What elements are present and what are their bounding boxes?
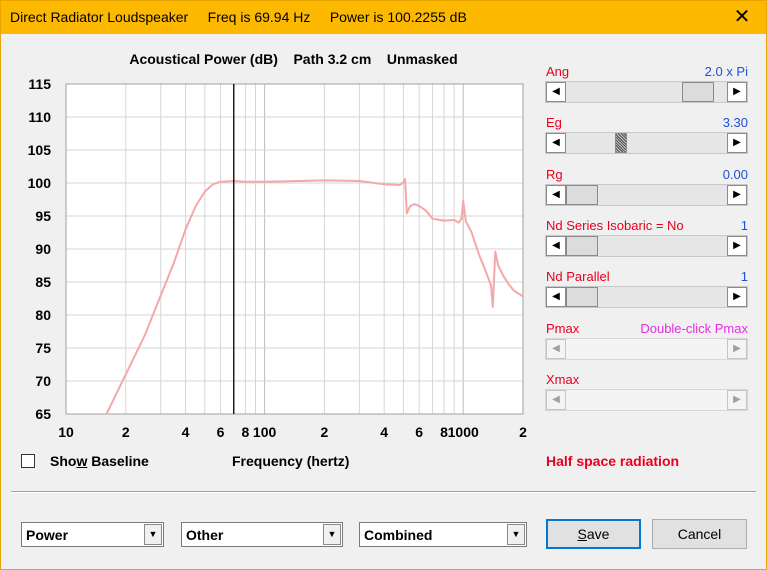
y-tick-label: 90: [35, 241, 51, 257]
control-scrollbar[interactable]: ◀ ▶: [545, 338, 748, 360]
dialog-window: Direct Radiator Loudspeaker Freq is 69.9…: [0, 0, 767, 570]
x-tick-label: 2: [519, 424, 527, 440]
control-value: 1: [740, 218, 748, 233]
x-tick-label: 1000: [448, 424, 479, 440]
control-label: Ang: [546, 64, 570, 79]
scroll-right-icon[interactable]: ▶: [727, 82, 747, 102]
scroll-right-icon[interactable]: ▶: [727, 287, 747, 307]
close-icon[interactable]: ✕: [722, 1, 762, 34]
y-tick-label: 85: [35, 274, 51, 290]
scroll-left-icon[interactable]: ◀: [546, 185, 566, 205]
y-tick-label: 105: [28, 142, 52, 158]
x-tick-label: 4: [380, 424, 388, 440]
scroll-thumb[interactable]: [682, 82, 715, 102]
x-tick-label: 6: [415, 424, 423, 440]
scroll-right-icon[interactable]: ▶: [727, 390, 747, 410]
x-tick-label: 8: [241, 424, 249, 440]
x-axis-label: Frequency (hertz): [232, 453, 350, 469]
combination-select-value: Combined: [364, 527, 433, 543]
scroll-left-icon[interactable]: ◀: [546, 82, 566, 102]
control-value: 2.0 x Pi: [704, 64, 748, 79]
control-label: Eg: [546, 115, 562, 130]
scroll-thumb[interactable]: [615, 133, 628, 153]
control-label: Nd Parallel: [546, 269, 610, 284]
control-value: 0.00: [722, 167, 748, 182]
control-scrollbar[interactable]: ◀ ▶: [545, 235, 748, 257]
scroll-left-icon[interactable]: ◀: [546, 236, 566, 256]
scroll-thumb[interactable]: [566, 287, 598, 307]
control-label: Rg: [546, 167, 563, 182]
y-tick-label: 65: [35, 406, 51, 422]
x-tick-label: 2: [122, 424, 130, 440]
scroll-left-icon[interactable]: ◀: [546, 339, 566, 359]
y-tick-label: 70: [35, 373, 51, 389]
window-title: Direct Radiator Loudspeaker Freq is 69.9…: [10, 9, 467, 25]
combination-select[interactable]: Combined ▼: [359, 522, 527, 547]
chevron-down-icon[interactable]: ▼: [144, 524, 162, 545]
cancel-button[interactable]: Cancel: [652, 519, 747, 549]
scroll-thumb[interactable]: [566, 185, 598, 205]
x-tick-label: 10: [58, 424, 74, 440]
scroll-left-icon[interactable]: ◀: [546, 133, 566, 153]
save-button[interactable]: Save: [546, 519, 641, 549]
scroll-right-icon[interactable]: ▶: [727, 339, 747, 359]
y-tick-label: 110: [28, 109, 51, 125]
scroll-right-icon[interactable]: ▶: [727, 236, 747, 256]
chevron-down-icon[interactable]: ▼: [507, 524, 525, 545]
y-tick-label: 80: [35, 307, 51, 323]
x-tick-label: 100: [253, 424, 277, 440]
y-tick-label: 75: [35, 340, 51, 356]
control-label: Xmax: [546, 372, 580, 387]
control-scrollbar[interactable]: ◀ ▶: [545, 81, 748, 103]
show-baseline-label[interactable]: Show Baseline: [50, 453, 149, 469]
scroll-left-icon[interactable]: ◀: [546, 390, 566, 410]
title-bar: Direct Radiator Loudspeaker Freq is 69.9…: [1, 1, 766, 34]
plot-title: Acoustical Power (dB) Path 3.2 cm Unmask…: [129, 51, 458, 67]
control-label: Nd Series Isobaric = No: [546, 218, 684, 233]
secondary-select[interactable]: Other ▼: [181, 522, 343, 547]
x-tick-label: 6: [217, 424, 225, 440]
control-scrollbar[interactable]: ◀ ▶: [545, 286, 748, 308]
control-label: Pmax: [546, 321, 580, 336]
scroll-left-icon[interactable]: ◀: [546, 287, 566, 307]
mode-select[interactable]: Power ▼: [21, 522, 164, 547]
scroll-thumb[interactable]: [566, 236, 598, 256]
scroll-right-icon[interactable]: ▶: [727, 185, 747, 205]
show-baseline-checkbox[interactable]: [21, 454, 35, 468]
scroll-right-icon[interactable]: ▶: [727, 133, 747, 153]
control-scrollbar[interactable]: ◀ ▶: [545, 132, 748, 154]
control-value: Double-click Pmax: [640, 321, 748, 336]
chevron-down-icon[interactable]: ▼: [323, 524, 341, 545]
control-value: 1: [740, 269, 748, 284]
x-tick-label: 2: [320, 424, 328, 440]
control-value: 3.30: [722, 115, 748, 130]
half-space-radiation-text: Half space radiation: [546, 453, 680, 469]
control-scrollbar[interactable]: ◀ ▶: [545, 184, 748, 206]
divider: [11, 491, 756, 493]
x-tick-label: 4: [182, 424, 190, 440]
frequency-response-chart: 6570758085909510010511011510 2 4 6 8 100 2 4 6 8 1…: [28, 76, 527, 440]
y-tick-label: 115: [28, 76, 51, 92]
secondary-select-value: Other: [186, 527, 224, 543]
y-tick-label: 100: [28, 175, 52, 191]
mode-select-value: Power: [26, 527, 69, 543]
y-tick-label: 95: [35, 208, 51, 224]
control-scrollbar[interactable]: ◀ ▶: [545, 389, 748, 411]
